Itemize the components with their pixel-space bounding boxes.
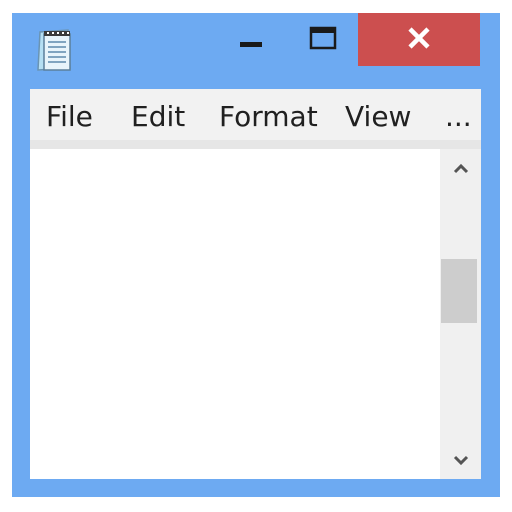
close-button[interactable] [358, 13, 480, 66]
maximize-button[interactable] [298, 13, 348, 66]
menu-format[interactable]: Format [219, 89, 318, 140]
notepad-window: File Edit Format View ... [12, 13, 500, 497]
minimize-button[interactable] [226, 13, 276, 66]
chevron-up-icon [453, 159, 469, 178]
menu-file[interactable]: File [46, 89, 93, 140]
close-icon [407, 26, 431, 53]
text-editor-area[interactable] [30, 149, 440, 479]
scroll-down-button[interactable] [440, 443, 481, 477]
minimize-icon [239, 26, 263, 54]
scroll-thumb[interactable] [441, 259, 477, 323]
menu-view[interactable]: View [345, 89, 411, 140]
maximize-icon [309, 26, 337, 54]
scroll-up-button[interactable] [440, 151, 481, 185]
title-bar[interactable] [12, 13, 500, 89]
menu-bar: File Edit Format View ... [30, 89, 481, 140]
vertical-scrollbar[interactable] [440, 149, 481, 479]
notepad-icon [34, 28, 74, 72]
menu-more[interactable]: ... [445, 89, 472, 140]
chevron-down-icon [453, 451, 469, 470]
menu-edit[interactable]: Edit [131, 89, 185, 140]
menu-divider [30, 140, 481, 149]
